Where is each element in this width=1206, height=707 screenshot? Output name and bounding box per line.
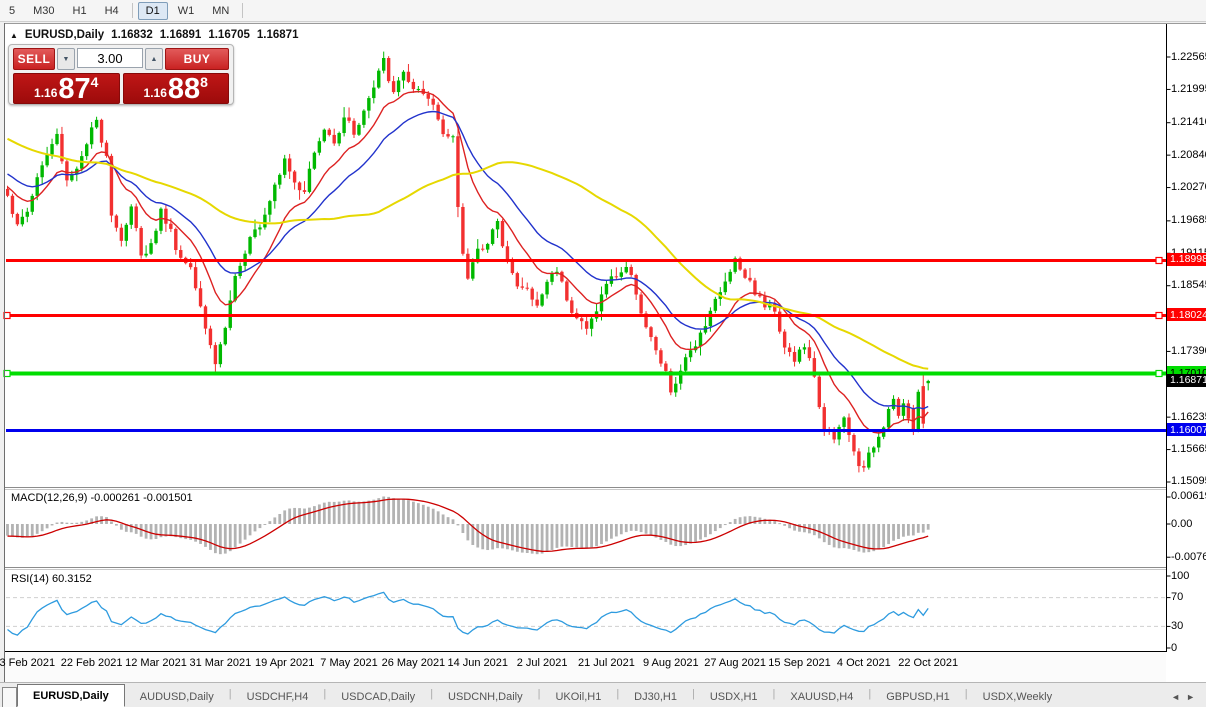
line-handle xyxy=(1155,311,1163,320)
chart-tab-dj30[interactable]: DJ30,H1 xyxy=(619,687,692,707)
timeframe-button-h1[interactable]: H1 xyxy=(65,2,95,20)
chart-tab-usdx[interactable]: USDX,H1 xyxy=(695,687,773,707)
spin-up-icon: ▲ xyxy=(150,55,158,63)
chart-tab-audusd[interactable]: AUDUSD,Daily xyxy=(125,687,229,707)
timeframe-button-w1[interactable]: W1 xyxy=(170,2,203,20)
sell-button[interactable]: SELL xyxy=(13,48,55,70)
chart-tab-eurusd[interactable]: EURUSD,Daily xyxy=(17,684,125,707)
chart-tab-bar: EURUSD,Daily AUDUSD,Daily | USDCHF,H4 | USDCA… xyxy=(0,682,1206,707)
volume-increase-button[interactable]: ▲ xyxy=(145,48,163,70)
scroll-left-icon[interactable]: ◄ xyxy=(1171,692,1186,702)
rsi-layer xyxy=(6,591,1165,636)
close-value: 1.16871 xyxy=(256,29,299,41)
collapse-triangle-icon[interactable]: ▲ xyxy=(10,31,18,40)
buy-price-prefix: 1.16 xyxy=(143,86,167,100)
spin-down-icon: ▼ xyxy=(62,55,70,63)
open-value: 1.16832 xyxy=(111,29,153,41)
timeframe-button-h4[interactable]: H4 xyxy=(97,2,127,20)
low-value: 1.16705 xyxy=(208,29,250,41)
macd-layer xyxy=(6,496,930,555)
sell-price-prefix: 1.16 xyxy=(34,86,58,100)
line-handle xyxy=(1155,256,1163,265)
line-handle xyxy=(1155,369,1163,378)
time-axis-strip xyxy=(5,652,1166,682)
volume-decrease-button[interactable]: ▼ xyxy=(57,48,75,70)
tab-stub xyxy=(2,687,17,707)
chart-tab-gbpusd[interactable]: GBPUSD,H1 xyxy=(871,687,965,707)
buy-price-sup: 8 xyxy=(200,73,208,90)
chart-tab-usdchf[interactable]: USDCHF,H4 xyxy=(232,687,324,707)
chart-tab-xauusd[interactable]: XAUUSD,H4 xyxy=(775,687,868,707)
chart-tab-usdcnh[interactable]: USDCNH,Daily xyxy=(433,687,538,707)
chart-tab-usdcad[interactable]: USDCAD,Daily xyxy=(326,687,430,707)
scroll-right-icon[interactable]: ► xyxy=(1186,692,1201,702)
rsi-line xyxy=(7,591,929,636)
macd-indicator-label: MACD(12,26,9) -0.000261 -0.001501 xyxy=(11,492,193,504)
chart-tab-ukoil[interactable]: UKOil,H1 xyxy=(540,687,616,707)
high-value: 1.16891 xyxy=(159,29,202,41)
sell-price-display[interactable]: 1.16 87 4 xyxy=(13,73,120,104)
chart-tab-usdx[interactable]: USDX,Weekly xyxy=(968,687,1067,707)
symbol-label: EURUSD,Daily xyxy=(24,29,105,41)
timeframe-button-m30[interactable]: M30 xyxy=(25,2,62,20)
volume-input[interactable] xyxy=(77,48,143,68)
sell-price-big: 87 xyxy=(58,72,91,105)
timeframe-button-mn[interactable]: MN xyxy=(204,2,237,20)
chart-ohlc-header: ▲ EURUSD,Daily 1.16832 1.16891 1.16705 1… xyxy=(10,28,298,42)
one-click-trading-panel: SELL ▼ ▲ BUY 1.16 87 4 1.16 88 8 xyxy=(8,44,234,105)
timeframe-toolbar: 5 M30 H1 H4 D1 W1 MN xyxy=(0,0,1206,22)
sell-price-sup: 4 xyxy=(90,73,99,90)
rsi-indicator-label: RSI(14) 60.3152 xyxy=(11,573,92,585)
candles-layer xyxy=(6,51,930,473)
buy-price-big: 88 xyxy=(167,72,201,105)
timeframe-button-5[interactable]: 5 xyxy=(1,2,23,20)
toolbar-separator xyxy=(242,3,244,18)
toolbar-separator xyxy=(131,3,133,18)
tab-scroll-arrows: ◄► xyxy=(1171,692,1201,702)
buy-button[interactable]: BUY xyxy=(165,48,229,70)
buy-price-display[interactable]: 1.16 88 8 xyxy=(122,72,229,105)
timeframe-button-d1[interactable]: D1 xyxy=(137,1,168,20)
